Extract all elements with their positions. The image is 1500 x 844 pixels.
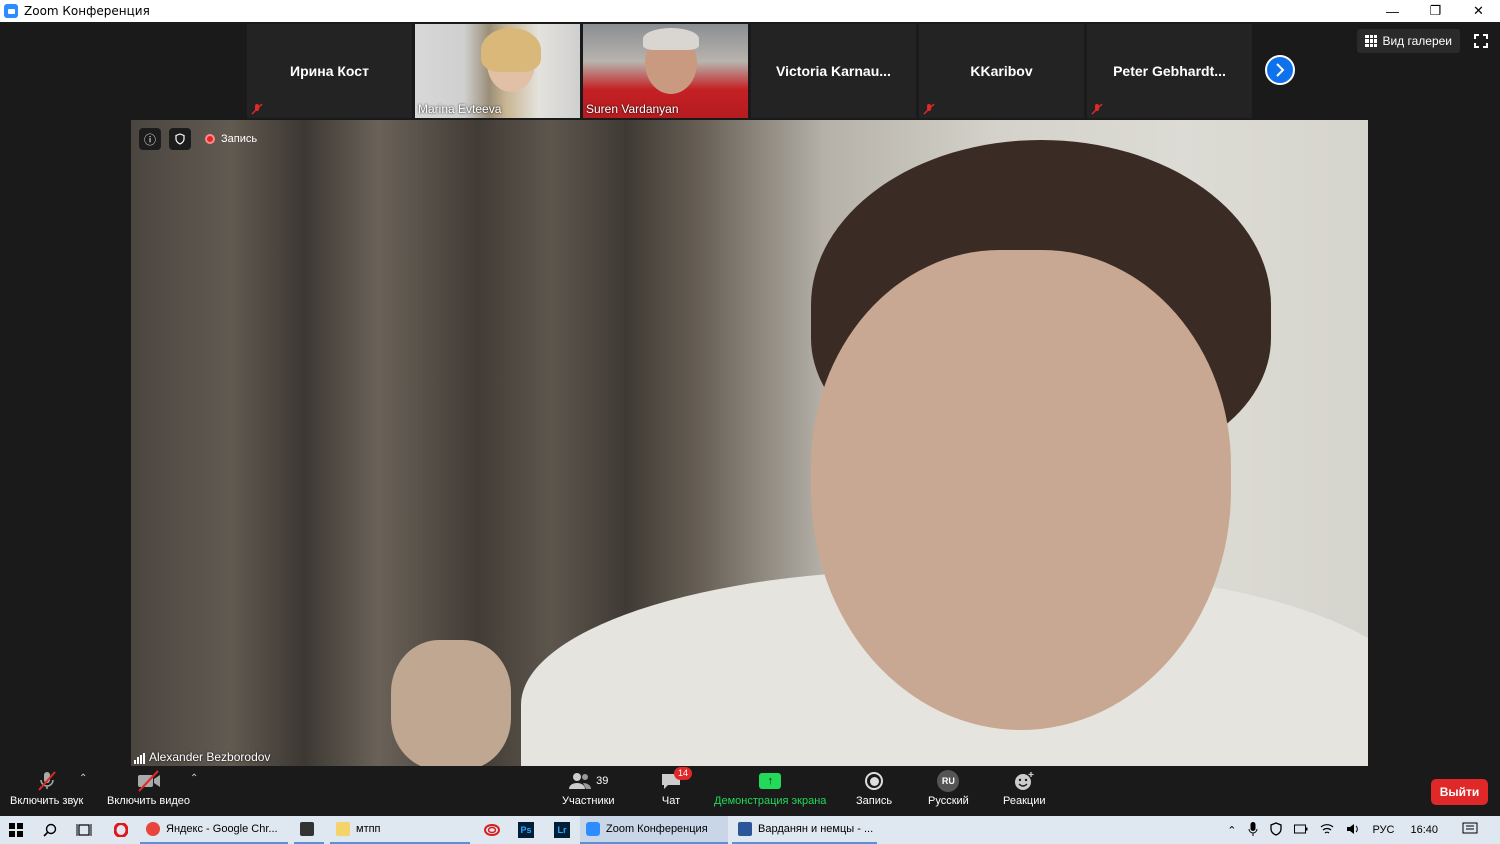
- audio-options-caret-icon[interactable]: ⌃: [79, 773, 87, 784]
- record-button[interactable]: Запись: [856, 767, 892, 807]
- participant-name: KKaribov: [970, 63, 1033, 79]
- shield-icon[interactable]: [1270, 821, 1283, 839]
- search-icon[interactable]: [40, 820, 60, 840]
- speaker-hand: [391, 640, 511, 766]
- participant-video-hair: [643, 28, 699, 50]
- participant-tile[interactable]: Suren Vardanyan: [583, 24, 748, 118]
- title-bar: Zoom Конференция — ❐ ✕: [0, 0, 1500, 22]
- participant-tile[interactable]: Peter Gebhardt...: [1087, 24, 1252, 118]
- gallery-view-label: Вид галереи: [1382, 34, 1452, 48]
- speaker-name: Alexander Bezborodov: [149, 750, 271, 764]
- battery-icon[interactable]: [1294, 824, 1308, 837]
- meeting-toolbar: Включить звук ⌃ Включить видео ⌃ 39 Учас…: [0, 767, 1500, 816]
- taskbar-app-folder[interactable]: мтпп: [330, 816, 470, 844]
- restore-button[interactable]: ❐: [1414, 0, 1457, 22]
- smiley-plus-icon: [1015, 772, 1034, 790]
- creative-cloud-icon[interactable]: [482, 820, 502, 840]
- record-icon: [865, 772, 884, 790]
- taskbar-app-chrome[interactable]: Яндекс - Google Chr...: [140, 816, 288, 844]
- task-view-icon[interactable]: [74, 820, 94, 840]
- taskbar-app-word[interactable]: Варданян и немцы - ...: [732, 816, 877, 844]
- participants-icon: [569, 773, 592, 789]
- recording-dot-icon: [205, 134, 215, 144]
- gallery-view-button[interactable]: Вид галереи: [1357, 29, 1460, 53]
- app-icon: [300, 822, 314, 836]
- participant-name: Victoria Karnau...: [776, 63, 891, 79]
- fullscreen-button[interactable]: [1472, 32, 1490, 50]
- participant-name: Peter Gebhardt...: [1113, 63, 1226, 79]
- microphone-icon[interactable]: [1248, 821, 1258, 839]
- chat-unread-badge: 14: [674, 767, 693, 780]
- reactions-button[interactable]: Реакции: [1003, 767, 1046, 807]
- system-tray: ⌃ РУС 16:40: [1221, 816, 1500, 844]
- chrome-icon: [146, 822, 160, 836]
- zoom-meeting-area: Ирина Кост Marina Evteeva Suren Vardanya…: [0, 22, 1500, 816]
- speaker-name-tag: Alexander Bezborodov: [134, 750, 270, 764]
- next-page-button[interactable]: [1265, 55, 1295, 85]
- participants-button[interactable]: 39 Участники: [562, 767, 615, 807]
- participant-tile[interactable]: Ирина Кост: [247, 24, 412, 118]
- speaker-face: [811, 250, 1231, 730]
- minimize-button[interactable]: —: [1371, 0, 1414, 22]
- muted-mic-icon: [923, 103, 935, 115]
- video-off-icon: [137, 770, 160, 792]
- photoshop-icon[interactable]: Ps: [516, 820, 536, 840]
- window-title: Zoom Конференция: [24, 4, 150, 18]
- share-screen-button[interactable]: ↑ Демонстрация экрана: [714, 767, 826, 807]
- folder-icon: [336, 822, 350, 836]
- chevron-right-icon: [1276, 63, 1285, 77]
- recording-indicator[interactable]: Запись: [205, 133, 257, 145]
- grid-icon: [1365, 35, 1378, 47]
- share-screen-icon: ↑: [759, 773, 782, 789]
- taskbar-app-zoom[interactable]: Zoom Конференция: [580, 816, 728, 844]
- fullscreen-icon: [1474, 34, 1488, 48]
- windows-taskbar: Яндекс - Google Chr... мтпп Ps Lr Zoom К…: [0, 816, 1500, 844]
- muted-mic-icon: [1091, 103, 1103, 115]
- participant-strip: Ирина Кост Marina Evteeva Suren Vardanya…: [247, 24, 1252, 118]
- clock-time[interactable]: 16:40: [1410, 824, 1438, 836]
- muted-mic-icon: [37, 771, 56, 791]
- participant-name: Ирина Кост: [290, 63, 369, 79]
- info-icon[interactable]: ⓘ: [139, 128, 161, 150]
- notifications-icon[interactable]: [1462, 822, 1478, 839]
- participant-tile[interactable]: Marina Evteeva: [415, 24, 580, 118]
- word-icon: [738, 822, 752, 836]
- zoom-app-icon: [4, 4, 18, 18]
- lightroom-icon[interactable]: Lr: [552, 820, 572, 840]
- active-speaker-video[interactable]: ⓘ Запись Alexander Bezborodov: [131, 120, 1368, 766]
- signal-bars-icon: [134, 753, 145, 764]
- close-button[interactable]: ✕: [1457, 0, 1500, 22]
- shield-icon[interactable]: [169, 128, 191, 150]
- taskbar-app-unknown[interactable]: [294, 816, 324, 844]
- muted-mic-icon: [251, 103, 263, 115]
- participant-tile[interactable]: KKaribov: [919, 24, 1084, 118]
- start-video-button[interactable]: Включить видео: [107, 767, 190, 807]
- chevron-up-icon[interactable]: ⌃: [1227, 824, 1236, 837]
- language-interpretation-button[interactable]: RU Русский: [928, 767, 969, 807]
- recording-label: Запись: [221, 133, 258, 145]
- unmute-button[interactable]: Включить звук: [10, 767, 83, 807]
- participant-name: Suren Vardanyan: [586, 102, 679, 116]
- chat-button[interactable]: 14 Чат: [660, 767, 693, 807]
- meeting-info-bar: ⓘ Запись: [139, 128, 257, 150]
- input-language[interactable]: РУС: [1372, 824, 1394, 836]
- language-globe-icon: RU: [937, 770, 960, 792]
- window-controls: — ❐ ✕: [1371, 0, 1500, 22]
- windows-start-icon[interactable]: [6, 820, 26, 840]
- leave-meeting-button[interactable]: Выйти: [1431, 779, 1488, 805]
- volume-icon[interactable]: [1346, 823, 1360, 838]
- opera-icon[interactable]: [111, 820, 131, 840]
- video-options-caret-icon[interactable]: ⌃: [190, 773, 198, 784]
- participant-name: Marina Evteeva: [418, 102, 502, 116]
- participants-count: 39: [596, 775, 609, 787]
- participant-tile[interactable]: Victoria Karnau...: [751, 24, 916, 118]
- zoom-icon: [586, 822, 600, 836]
- wifi-icon[interactable]: [1320, 823, 1334, 838]
- participant-video-hair: [481, 28, 541, 72]
